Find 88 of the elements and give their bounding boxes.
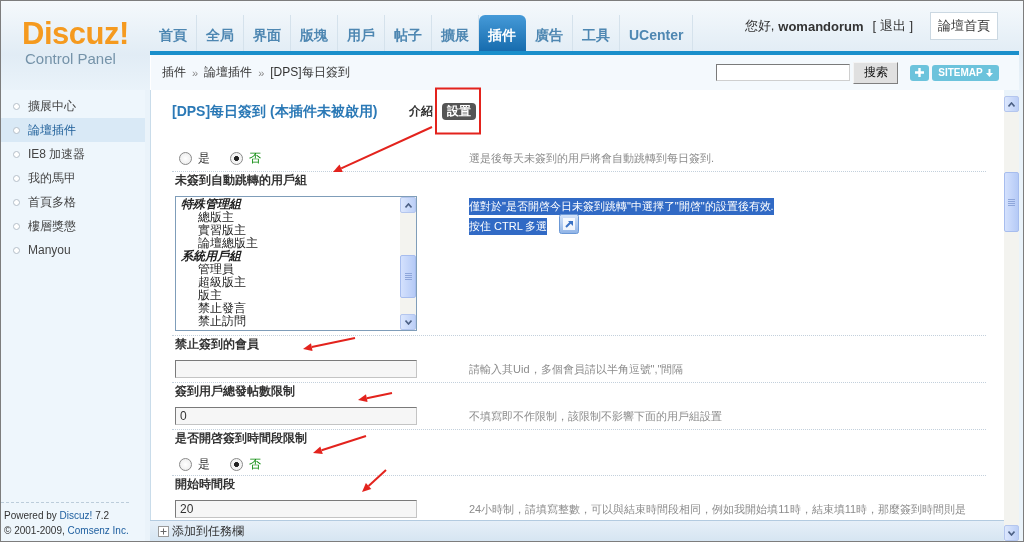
scroll-down-button[interactable]: [1004, 525, 1019, 541]
username-text: womandorum: [778, 18, 864, 34]
add-to-taskbar-link[interactable]: 添加到任務欄: [158, 522, 244, 540]
radio-button[interactable]: [179, 457, 192, 471]
radio-button[interactable]: [179, 151, 192, 165]
list-option[interactable]: 管理員: [181, 263, 400, 276]
option-group-label: 特殊管理組: [181, 198, 243, 211]
radio-label: 是: [198, 149, 210, 167]
chevron-up-icon: [404, 202, 412, 208]
chevron-down-icon: [404, 319, 412, 325]
bullet-icon: [13, 198, 20, 206]
forum-home-button[interactable]: 論壇首頁: [930, 12, 998, 40]
logout-link[interactable]: [ 退出 ]: [872, 17, 913, 35]
plugin-tab[interactable]: 介紹: [404, 103, 438, 120]
breadcrumb-link[interactable]: 插件: [162, 64, 186, 81]
annotation-arrow: [303, 337, 356, 352]
text-field[interactable]: 0: [175, 407, 417, 425]
search-button[interactable]: 搜索: [853, 61, 898, 84]
scroll-up-button[interactable]: [1004, 96, 1019, 112]
breadcrumb-current: [DPS]每日簽到: [270, 64, 350, 81]
setting-label: 未簽到自動跳轉的用戶組: [175, 172, 307, 188]
list-option[interactable]: 總版主: [181, 211, 400, 224]
list-option[interactable]: 版主: [181, 289, 400, 302]
list-option[interactable]: 超級版主: [181, 276, 400, 289]
setting-label: 是否開啓簽到時間段限制: [175, 430, 307, 446]
footer-link[interactable]: Discuz!: [59, 510, 93, 521]
help-text: 按住 CTRL 多選: [469, 218, 548, 235]
plus-icon: [915, 68, 924, 77]
radio-button[interactable]: [230, 457, 243, 471]
logo-text: Discuz!: [22, 18, 129, 50]
footer-text: Powered by Discuz! 7.2: [4, 509, 111, 523]
breadcrumb-link[interactable]: 論壇插件: [204, 64, 253, 81]
list-option[interactable]: 實習版主: [181, 224, 400, 237]
sidebar-item[interactable]: 擴展中心: [1, 94, 145, 118]
bullet-icon: [13, 246, 20, 254]
annotation-arrow: [358, 392, 393, 403]
list-option[interactable]: 禁止發言: [181, 302, 400, 315]
radio-label: 是: [198, 455, 210, 473]
footer-link[interactable]: Comsenz Inc.: [67, 525, 129, 536]
bullet-icon: [13, 222, 20, 230]
plugin-title: [DPS]每日簽到 (本插件未被啟用): [172, 102, 379, 121]
setting-label: 禁止簽到的會員: [175, 336, 259, 352]
chevron-down-icon: [1008, 530, 1015, 536]
scroll-down-button[interactable]: [400, 314, 416, 330]
sidebar-item[interactable]: 樓層獎懲: [1, 214, 145, 238]
bullet-icon: [13, 126, 20, 134]
chevron-up-icon: [1008, 101, 1015, 107]
help-text: 24小時制，請填寫整數，可以與結束時間段相同，例如我開始填11時，結束填11時，那麼簽到時間則是: [469, 501, 967, 517]
group-listbox[interactable]: 特殊管理組 總版主 實習版主 論壇總版主 系統用戶組 管理員 超級版主 版主 禁止發言 禁止訪問: [175, 196, 417, 331]
bullet-icon: [13, 174, 20, 182]
footer-text: © 2001-2009, Comsenz Inc.: [4, 524, 129, 538]
scrollbar-thumb[interactable]: [400, 255, 416, 298]
sidebar-item[interactable]: 論壇插件: [1, 118, 145, 142]
list-option[interactable]: 禁止訪問: [181, 315, 400, 328]
nav-tab[interactable]: 插件: [479, 15, 526, 51]
help-text: 僅對於"是否開啓今日未簽到跳轉"中選擇了"開啓"的設置後有效.: [469, 198, 774, 215]
highlight-box: [435, 87, 481, 135]
help-text: 選是後每天未簽到的用戶將會自動跳轉到每日簽到.: [469, 150, 715, 166]
setting-label: 簽到用戶總發帖數限制: [175, 383, 295, 399]
text-field[interactable]: 20: [175, 500, 417, 518]
radio-label: 否: [249, 455, 261, 473]
annotation-arrow: [313, 435, 367, 455]
list-option[interactable]: 論壇總版主: [181, 237, 400, 250]
option-group-label: 系統用戶組: [181, 250, 242, 263]
scroll-up-button[interactable]: [400, 197, 416, 213]
plugin-tab[interactable]: 設置: [442, 103, 476, 120]
radio-label: 否: [249, 149, 261, 167]
plus-box-icon: [158, 525, 169, 537]
breadcrumb-separator: »: [258, 66, 265, 79]
sidebar-item[interactable]: 首頁多格: [1, 190, 145, 214]
sidebar-item[interactable]: IE8 加速器: [1, 142, 145, 166]
bullet-icon: [13, 102, 20, 110]
scrollbar-thumb[interactable]: [1004, 172, 1019, 232]
sidebar-item[interactable]: 我的馬甲: [1, 166, 145, 190]
arrow-tile-icon: [559, 214, 580, 234]
breadcrumb-separator: »: [192, 66, 199, 79]
annotation-arrow: [362, 469, 387, 492]
greeting-text: 您好,: [744, 17, 775, 35]
setting-label: 開始時間段: [175, 476, 235, 492]
bullet-icon: [13, 150, 20, 158]
help-text: 請輸入其Uid，多個會員請以半角逗號","間隔: [469, 361, 684, 377]
sidebar-item[interactable]: Manyou: [1, 238, 145, 262]
text-field[interactable]: [175, 360, 417, 378]
search-field[interactable]: [716, 64, 850, 81]
help-text: 不填寫即不作限制，該限制不影響下面的用戶組設置: [469, 408, 722, 424]
logo-subtitle: Control Panel: [25, 50, 116, 67]
radio-button[interactable]: [230, 151, 243, 165]
down-arrow-icon: [985, 68, 993, 77]
